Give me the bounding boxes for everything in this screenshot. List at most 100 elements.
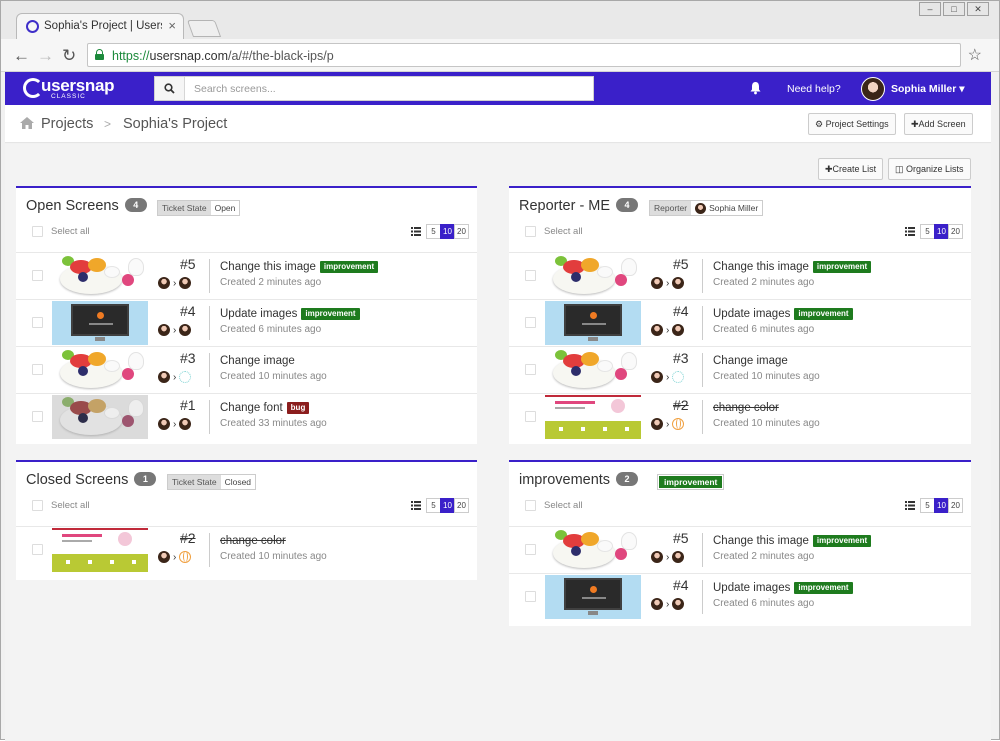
list-item[interactable]: #5 › Change this image improvement Created 2… — [16, 252, 477, 299]
select-all[interactable]: Select all — [32, 226, 90, 237]
project-settings-button[interactable]: ⚙ Project Settings — [808, 113, 896, 135]
list-item[interactable]: #3 › Change image Created 10 minutes ago — [509, 346, 971, 393]
screenshot-thumbnail[interactable] — [545, 254, 641, 298]
row-checkbox[interactable] — [525, 544, 536, 555]
maximize-button[interactable]: □ — [943, 2, 965, 16]
forward-arrow-icon[interactable]: → — [37, 46, 54, 66]
page-size-10[interactable]: 10 — [934, 224, 949, 239]
breadcrumb-projects[interactable]: Projects — [41, 116, 93, 132]
page-size-5[interactable]: 5 — [426, 498, 441, 513]
avatar — [672, 277, 685, 289]
screenshot-thumbnail[interactable] — [52, 528, 148, 572]
screen-title[interactable]: Change this image improvement — [713, 535, 872, 547]
screenshot-thumbnail[interactable] — [545, 395, 641, 439]
arrow-right-icon: › — [666, 598, 670, 610]
page-size-5[interactable]: 5 — [920, 498, 935, 513]
screen-title[interactable]: change color — [713, 402, 779, 414]
row-checkbox[interactable] — [32, 364, 43, 375]
add-screen-button[interactable]: ✚Add Screen — [904, 113, 973, 135]
list-item[interactable]: #1 › Change font bug Created 33 minutes ago — [16, 393, 477, 440]
page-size-10[interactable]: 10 — [440, 224, 455, 239]
list-item[interactable]: #4 › Update images improvement Created 6 min… — [16, 299, 477, 346]
list-view-icon[interactable] — [903, 227, 917, 236]
screenshot-thumbnail[interactable] — [545, 528, 641, 572]
screen-title[interactable]: Change this image improvement — [713, 261, 872, 273]
page-size-20[interactable]: 20 — [948, 224, 963, 239]
page-size-5[interactable]: 5 — [426, 224, 441, 239]
bookmark-star-icon[interactable]: ☆ — [968, 45, 982, 65]
reload-icon[interactable]: ↻ — [62, 46, 76, 66]
list-item[interactable]: #4 › Update images improvement Created 6 min… — [509, 573, 971, 620]
browser-tab[interactable]: Sophia's Project | Usersn × — [16, 13, 184, 40]
list-item[interactable]: #3 › Change image Created 10 minutes ago — [16, 346, 477, 393]
screen-title[interactable]: Update images improvement — [713, 582, 853, 594]
close-window-button[interactable]: ✕ — [967, 2, 989, 16]
screenshot-thumbnail[interactable] — [545, 575, 641, 619]
select-all-checkbox[interactable] — [525, 500, 536, 511]
screen-title[interactable]: Change image — [713, 355, 788, 367]
lock-icon — [95, 49, 104, 60]
screenshot-thumbnail[interactable] — [52, 348, 148, 392]
screen-title[interactable]: Update images improvement — [220, 308, 360, 320]
home-icon[interactable] — [20, 117, 34, 129]
organize-lists-button[interactable]: ◫ Organize Lists — [888, 158, 971, 180]
screen-title[interactable]: Change image — [220, 355, 295, 367]
screenshot-thumbnail[interactable] — [545, 348, 641, 392]
new-tab-button[interactable] — [186, 20, 222, 37]
screen-title[interactable]: Update images improvement — [713, 308, 853, 320]
screenshot-thumbnail[interactable] — [52, 254, 148, 298]
page-size-10[interactable]: 10 — [934, 498, 949, 513]
select-all[interactable]: Select all — [525, 500, 583, 511]
help-link[interactable]: Need help? — [787, 83, 841, 95]
row-checkbox[interactable] — [525, 411, 536, 422]
list-item[interactable]: #2 › change color Created 10 minutes ago — [16, 526, 477, 573]
list-view-icon[interactable] — [409, 501, 423, 510]
row-checkbox[interactable] — [32, 317, 43, 328]
minimize-button[interactable]: – — [919, 2, 941, 16]
page-size-10[interactable]: 10 — [440, 498, 455, 513]
list-item[interactable]: #5 › Change this image improvement Created 2… — [509, 526, 971, 573]
created-time: Created 10 minutes ago — [713, 418, 820, 429]
arrow-right-icon: › — [173, 277, 177, 289]
filter-tag[interactable]: Ticket State Closed — [167, 474, 257, 490]
row-checkbox[interactable] — [525, 270, 536, 281]
close-tab-icon[interactable]: × — [168, 18, 176, 33]
page-size-20[interactable]: 20 — [454, 498, 469, 513]
back-arrow-icon[interactable]: ← — [13, 46, 30, 66]
filter-tag[interactable]: improvement — [657, 474, 725, 490]
screenshot-thumbnail[interactable] — [545, 301, 641, 345]
breadcrumb-project[interactable]: Sophia's Project — [123, 116, 227, 132]
filter-tag[interactable]: Ticket State Open — [157, 200, 241, 216]
search-button[interactable] — [155, 77, 185, 100]
bell-icon[interactable] — [749, 81, 762, 95]
select-all-checkbox[interactable] — [32, 500, 43, 511]
list-view-icon[interactable] — [903, 501, 917, 510]
row-checkbox[interactable] — [32, 411, 43, 422]
page-size-20[interactable]: 20 — [948, 498, 963, 513]
create-list-button[interactable]: ✚Create List — [818, 158, 884, 180]
address-bar[interactable]: https://usersnap.com/a/#/the-black-ips/p… — [87, 43, 982, 67]
list-item[interactable]: #2 › change color Created 10 minutes ago — [509, 393, 971, 440]
row-checkbox[interactable] — [525, 364, 536, 375]
screenshot-thumbnail[interactable] — [52, 395, 148, 439]
select-all[interactable]: Select all — [525, 226, 583, 237]
row-checkbox[interactable] — [32, 544, 43, 555]
list-item[interactable]: #4 › Update images improvement Created 6 min… — [509, 299, 971, 346]
screen-title[interactable]: Change font bug — [220, 402, 310, 414]
list-item[interactable]: #5 › Change this image improvement Created 2… — [509, 252, 971, 299]
select-all[interactable]: Select all — [32, 500, 90, 511]
screen-title[interactable]: Change this image improvement — [220, 261, 379, 273]
list-view-icon[interactable] — [409, 227, 423, 236]
filter-tag[interactable]: Reporter Sophia Miller — [649, 200, 764, 216]
row-checkbox[interactable] — [32, 270, 43, 281]
panel-title: Closed Screens 1 — [26, 472, 157, 488]
screen-title[interactable]: change color — [220, 535, 286, 547]
select-all-checkbox[interactable] — [32, 226, 43, 237]
screenshot-thumbnail[interactable] — [52, 301, 148, 345]
row-checkbox[interactable] — [525, 591, 536, 602]
select-all-checkbox[interactable] — [525, 226, 536, 237]
search-input[interactable] — [186, 77, 592, 100]
row-checkbox[interactable] — [525, 317, 536, 328]
page-size-20[interactable]: 20 — [454, 224, 469, 239]
page-size-5[interactable]: 5 — [920, 224, 935, 239]
